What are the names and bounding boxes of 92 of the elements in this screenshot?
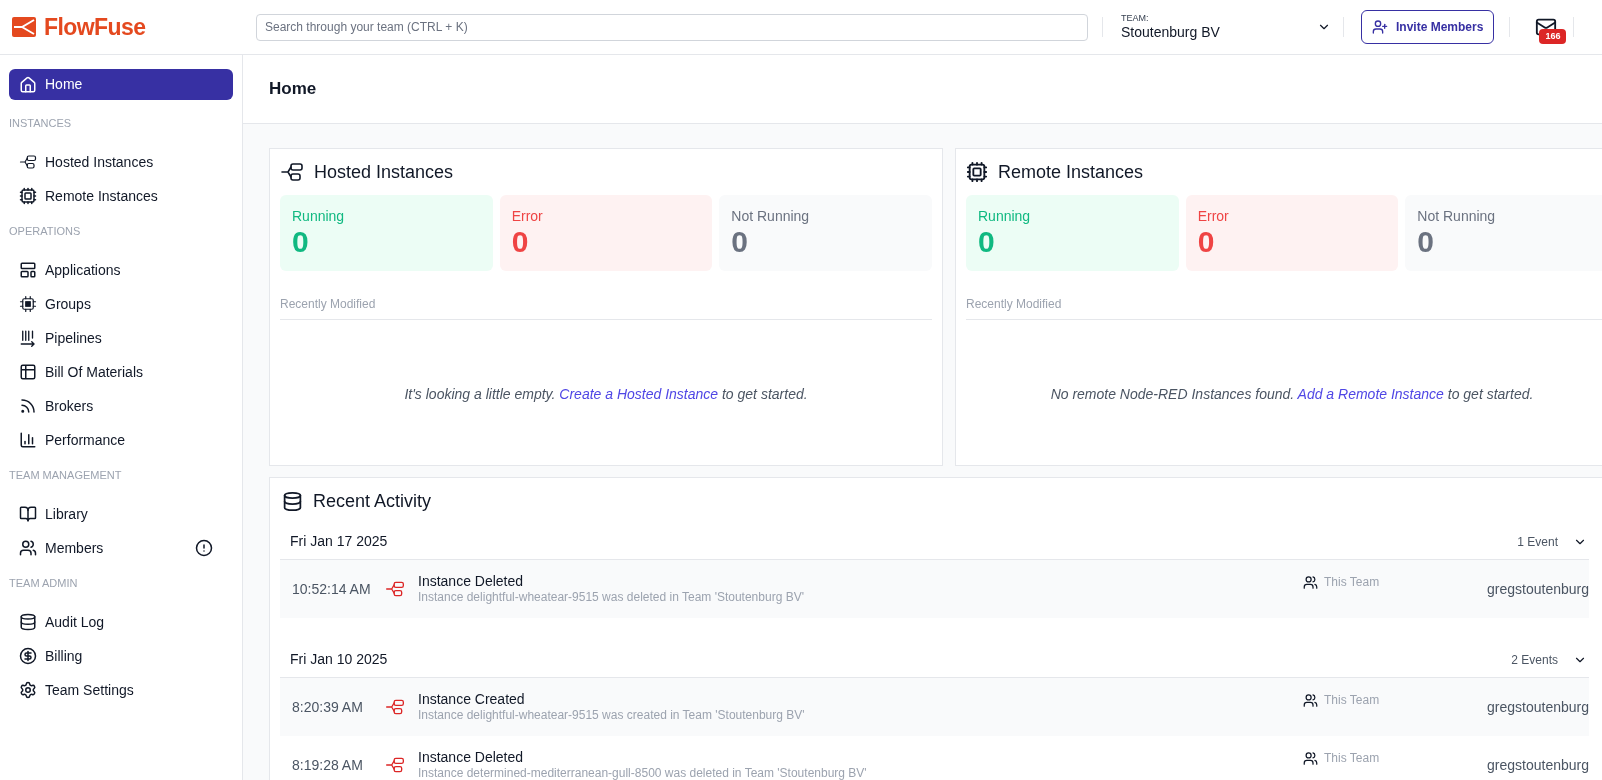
event-time: 8:19:28 AM xyxy=(292,755,364,775)
sidebar-item[interactable]: Library xyxy=(9,497,233,531)
event-count: 1 Event xyxy=(1517,533,1558,551)
hosted-instance-icon xyxy=(280,160,304,184)
event-scope: This Team xyxy=(1324,692,1380,709)
hosted-instance-icon xyxy=(19,153,37,171)
user-plus-icon xyxy=(1372,19,1388,35)
settings-icon xyxy=(19,681,37,699)
section-label: TEAM ADMIN xyxy=(9,576,79,591)
sidebar-item[interactable]: Brokers xyxy=(9,389,233,423)
empty-state-message: No remote Node-RED Instances found. Add a Remote Instance to get started. xyxy=(1050,385,1534,404)
event-title: Instance Created xyxy=(418,690,526,709)
database-icon xyxy=(282,490,303,512)
event-title: Instance Deleted xyxy=(418,748,525,767)
event-user: gregstoutenburg xyxy=(1486,697,1589,717)
status-tile[interactable]: Not Running 0 xyxy=(719,195,932,271)
layout-icon xyxy=(19,261,37,279)
event-user: gregstoutenburg xyxy=(1486,755,1589,775)
sidebar-item[interactable]: Audit Log xyxy=(9,605,233,639)
database-icon xyxy=(19,613,37,631)
page-title: Home xyxy=(269,78,317,101)
team-icon xyxy=(1303,574,1318,590)
instance-icon xyxy=(384,755,406,775)
status-count: 0 xyxy=(1417,225,1435,259)
bar-chart-icon xyxy=(19,431,37,449)
event-title: Instance Deleted xyxy=(418,572,525,591)
sidebar-item[interactable]: Remote Instances xyxy=(9,179,233,213)
status-count: 0 xyxy=(511,225,530,259)
section-label: INSTANCES xyxy=(9,116,73,131)
section-label: Recently Modified xyxy=(280,295,932,320)
sidebar-item[interactable]: Team Settings xyxy=(9,673,233,707)
event-count: 2 Events xyxy=(1511,651,1558,669)
create-instance-link[interactable]: Create a Hosted Instance xyxy=(559,386,719,402)
invite-members-button[interactable]: Invite Members xyxy=(1361,10,1495,44)
status-count: 0 xyxy=(978,225,996,259)
sidebar-item[interactable]: Members xyxy=(9,531,233,565)
table-icon xyxy=(19,363,37,381)
team-icon xyxy=(1303,750,1318,766)
empty-state-message: It's looking a little empty. Create a Hosted Instance to get started. xyxy=(404,385,808,404)
sidebar-item[interactable]: Groups xyxy=(9,287,233,321)
event-time: 10:52:14 AM xyxy=(292,579,372,599)
status-count: 0 xyxy=(292,225,310,259)
sidebar-item[interactable]: Billing xyxy=(9,639,233,673)
logo-text: FlowFuse xyxy=(44,12,146,42)
home-icon xyxy=(19,75,37,94)
status-label: Not Running xyxy=(1417,207,1497,225)
sidebar-item[interactable]: Home xyxy=(9,69,233,100)
card-title: Hosted Instances xyxy=(314,160,454,184)
card-title: Remote Instances xyxy=(998,160,1144,184)
search-field[interactable]: Search through your team (CTRL + K) xyxy=(256,13,1088,41)
sidebar-item[interactable]: Hosted Instances xyxy=(9,145,233,179)
notification-badge: 166 xyxy=(1539,29,1567,44)
instance-icon xyxy=(384,697,406,717)
status-label: Not Running xyxy=(731,207,811,225)
section-label: TEAM MANAGEMENT xyxy=(9,468,123,483)
feed-icon xyxy=(19,397,37,415)
status-label: Running xyxy=(978,207,1032,225)
event-time: 8:20:39 AM xyxy=(292,697,364,717)
team-name: Stoutenburg BV xyxy=(1121,23,1220,42)
status-tile[interactable]: Not Running 0 xyxy=(1405,195,1602,271)
event-description: Instance determined-mediterranean-gull-8500 was deleted in Team 'Stoutenburg BV' xyxy=(418,766,868,780)
event-description: Instance delightful-wheatear-9515 was deleted in Team 'Stoutenburg BV' xyxy=(418,590,805,606)
event-description: Instance delightful-wheatear-9515 was created in Team 'Stoutenburg BV' xyxy=(418,708,806,724)
sidebar-item[interactable]: Performance xyxy=(9,423,233,457)
event-scope: This Team xyxy=(1324,750,1380,767)
book-icon xyxy=(19,505,37,523)
team-icon xyxy=(1303,692,1318,708)
status-label: Error xyxy=(1197,207,1230,225)
logo-icon xyxy=(12,17,36,37)
sidebar-item[interactable]: Pipelines xyxy=(9,321,233,355)
team-label: TEAM: xyxy=(1121,12,1150,24)
status-count: 0 xyxy=(1197,225,1216,259)
event-user: gregstoutenburg xyxy=(1486,579,1589,599)
event-scope: This Team xyxy=(1324,574,1380,591)
card-title: Recent Activity xyxy=(313,489,432,513)
pipeline-icon xyxy=(19,329,37,347)
sidebar-item[interactable]: Bill Of Materials xyxy=(9,355,233,389)
status-label: Running xyxy=(292,207,346,225)
status-label: Error xyxy=(511,207,544,225)
chip-icon xyxy=(19,295,37,313)
chip-icon xyxy=(19,187,37,205)
date-heading: Fri Jan 17 2025 xyxy=(290,532,389,551)
sidebar-item[interactable]: Applications xyxy=(9,253,233,287)
status-count: 0 xyxy=(731,225,749,259)
create-instance-link[interactable]: Add a Remote Instance xyxy=(1297,386,1444,402)
date-heading: Fri Jan 10 2025 xyxy=(290,650,389,669)
section-label: OPERATIONS xyxy=(9,224,82,239)
users-icon xyxy=(19,539,37,557)
dollar-icon xyxy=(19,647,37,665)
section-label: Recently Modified xyxy=(966,295,1602,320)
chip-icon xyxy=(966,161,988,183)
instance-icon xyxy=(384,579,406,599)
